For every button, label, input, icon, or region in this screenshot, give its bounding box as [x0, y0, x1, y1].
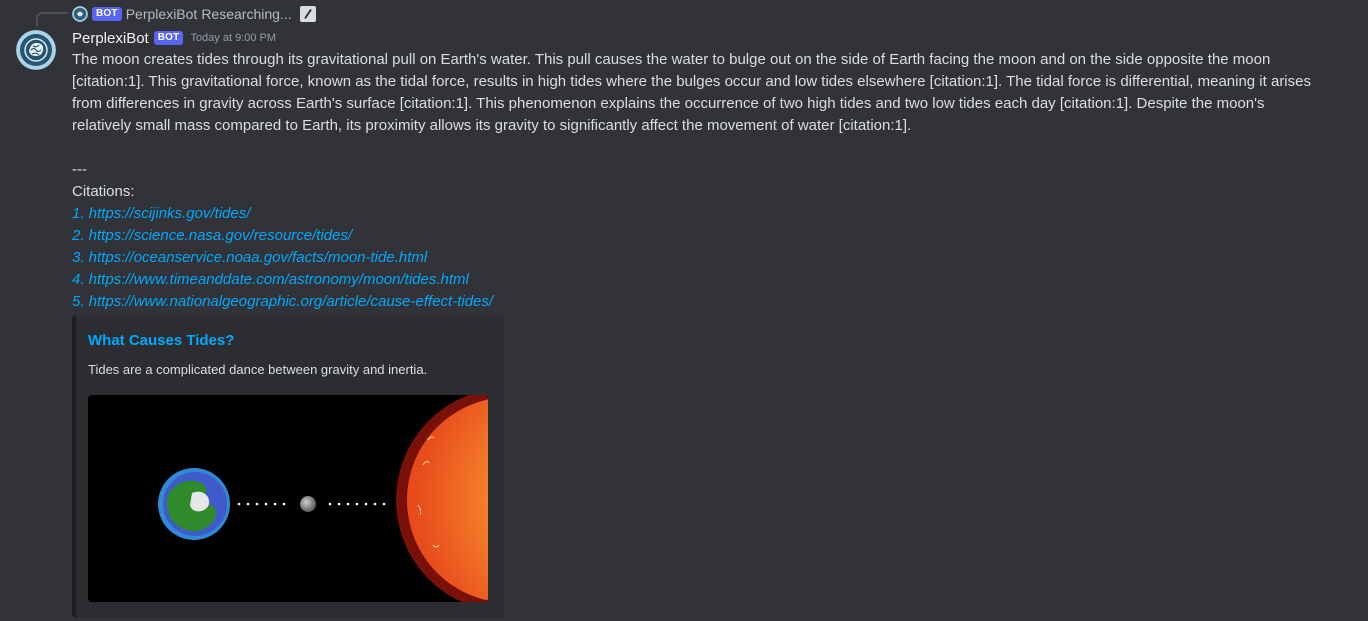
reply-avatar[interactable]: [72, 5, 88, 22]
citations-heading: Citations:: [72, 183, 135, 200]
message-body: The moon creates tides through its gravi…: [72, 51, 1311, 134]
message-header: PerplexiBot BOT Today at 9:00 PM: [72, 29, 276, 47]
separator-text: ---: [72, 161, 87, 178]
embed-description: Tides are a complicated dance between gr…: [88, 362, 428, 377]
citation-link-2[interactable]: 2. https://science.nasa.gov/resource/tid…: [72, 225, 1312, 247]
message-username[interactable]: PerplexiBot: [72, 30, 149, 47]
message-content: The moon creates tides through its gravi…: [72, 49, 1312, 313]
link-embed: What Causes Tides? Tides are a complicat…: [72, 315, 504, 618]
embed-title[interactable]: What Causes Tides?: [88, 332, 234, 349]
reply-spine: [36, 12, 68, 26]
reply-preview[interactable]: BOT PerplexiBot Researching...: [72, 5, 316, 22]
citation-link-1[interactable]: 1. https://scijinks.gov/tides/: [72, 203, 1312, 225]
reply-username[interactable]: PerplexiBot: [126, 6, 198, 22]
message-timestamp[interactable]: Today at 9:00 PM: [190, 32, 276, 44]
brain-globe-icon[interactable]: [16, 30, 56, 70]
citation-link-3[interactable]: 3. https://oceanservice.noaa.gov/facts/m…: [72, 247, 1312, 269]
citation-link-4[interactable]: 4. https://www.timeanddate.com/astronomy…: [72, 269, 1312, 291]
slash-command-icon: [299, 5, 316, 22]
earth-shape: [158, 468, 230, 540]
message-bot-tag: BOT: [153, 31, 184, 45]
citation-link-5[interactable]: 5. https://www.nationalgeographic.org/ar…: [72, 291, 1312, 313]
reply-text[interactable]: Researching...: [201, 6, 291, 22]
moon-shape: [300, 496, 316, 512]
embed-image[interactable]: [88, 395, 488, 602]
reply-bot-tag: BOT: [92, 6, 122, 21]
